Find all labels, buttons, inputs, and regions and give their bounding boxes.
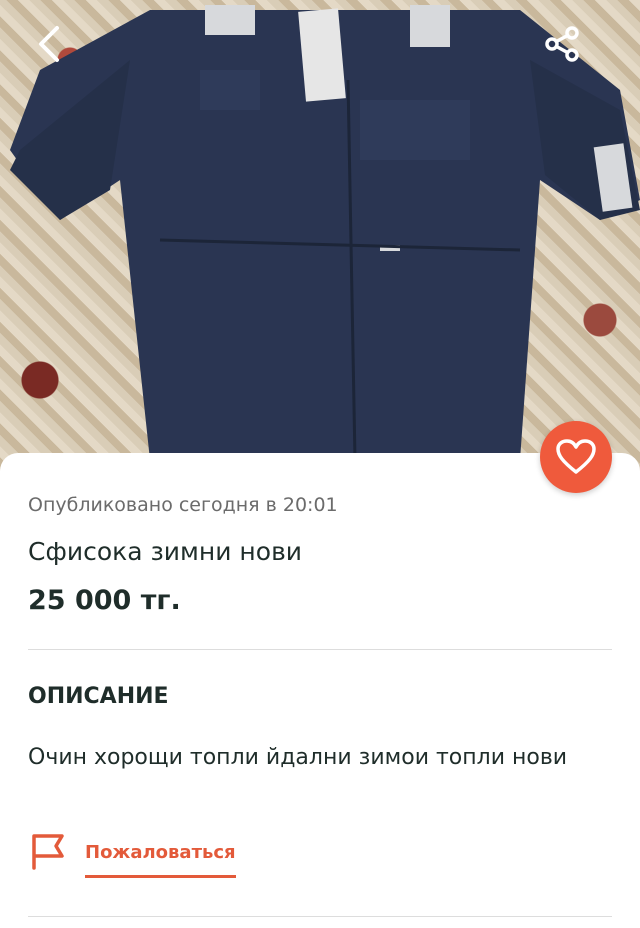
share-button[interactable] xyxy=(538,20,586,68)
description-text: Очин хорощи топли йдални зимои топли нов… xyxy=(28,745,568,770)
heart-icon xyxy=(556,439,596,474)
divider xyxy=(28,916,612,917)
listing-title: Сфисока зимни нови xyxy=(28,537,303,566)
report-button[interactable]: Пожаловаться xyxy=(28,830,236,882)
chevron-left-icon xyxy=(39,26,59,62)
back-button[interactable] xyxy=(24,20,72,68)
share-icon xyxy=(545,26,579,62)
divider xyxy=(28,649,612,650)
flag-icon xyxy=(32,834,64,870)
coverall-image xyxy=(10,5,640,461)
favorite-button[interactable] xyxy=(540,421,612,493)
report-label: Пожаловаться xyxy=(85,842,236,878)
published-date: Опубликовано сегодня в 20:01 xyxy=(28,494,338,516)
listing-price: 25 000 тг. xyxy=(28,585,181,616)
description-heading: ОПИСАНИЕ xyxy=(28,684,169,709)
listing-photo[interactable] xyxy=(0,0,640,480)
